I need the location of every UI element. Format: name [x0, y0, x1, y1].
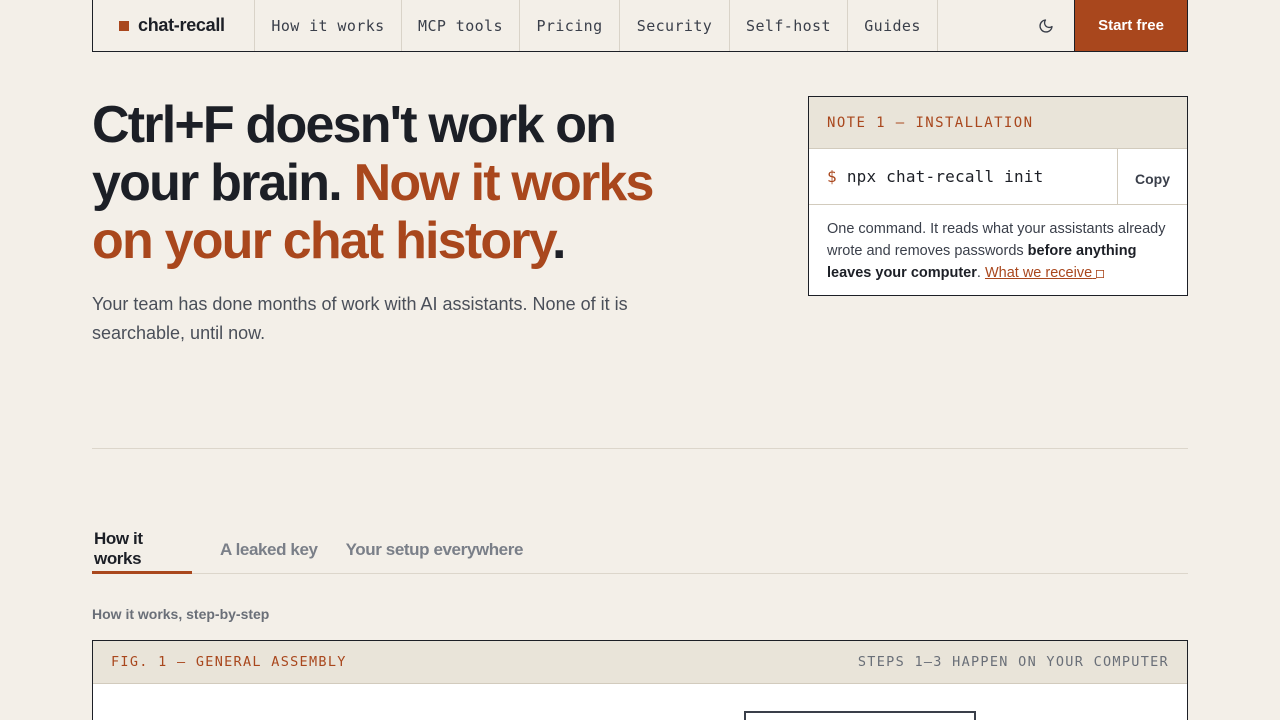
- command-value: npx chat-recall init: [846, 167, 1044, 186]
- note-heading: NOTE 1 — INSTALLATION: [809, 97, 1187, 149]
- section-label: How it works, step-by-step: [92, 606, 270, 622]
- start-free-button[interactable]: Start free: [1074, 0, 1187, 51]
- nav-link-security[interactable]: Security: [620, 0, 730, 51]
- nav-link-mcp-tools[interactable]: MCP tools: [402, 0, 520, 51]
- theme-toggle-button[interactable]: [1018, 0, 1074, 51]
- nav-link-guides[interactable]: Guides: [848, 0, 938, 51]
- tab-how-it-works[interactable]: How it works: [92, 526, 192, 574]
- section-divider: [92, 448, 1188, 449]
- brand-logo[interactable]: chat-recall: [93, 0, 255, 51]
- brand-name: chat-recall: [138, 15, 225, 35]
- note-body: One command. It reads what your assistan…: [809, 205, 1187, 297]
- prompt-symbol: $: [827, 167, 837, 186]
- figure-diagram-box: [744, 711, 976, 720]
- command-row: $ npx chat-recall init Copy: [809, 149, 1187, 205]
- what-we-receive-label: What we receive: [984, 265, 1093, 281]
- copy-button[interactable]: Copy: [1117, 149, 1187, 204]
- nav-link-self-host[interactable]: Self-host: [730, 0, 848, 51]
- hero-title: Ctrl+F doesn't work on your brain. Now i…: [92, 96, 712, 270]
- tab-leaked-key[interactable]: A leaked key: [220, 526, 318, 574]
- figure-note: STEPS 1–3 HAPPEN ON YOUR COMPUTER: [857, 654, 1169, 670]
- figure-title: FIG. 1 — GENERAL ASSEMBLY: [111, 654, 347, 670]
- hero-title-end: .: [551, 212, 566, 270]
- brand-square-icon: [119, 20, 129, 31]
- top-nav: chat-recall How it works MCP tools Prici…: [92, 0, 1188, 52]
- tab-bar: How it works A leaked key Your setup eve…: [92, 526, 1188, 574]
- nav-link-how-it-works[interactable]: How it works: [255, 0, 402, 51]
- note-body-period: .: [976, 265, 985, 281]
- nav-link-pricing[interactable]: Pricing: [520, 0, 620, 51]
- external-link-icon: [1096, 270, 1105, 278]
- moon-icon: [1039, 18, 1053, 33]
- figure-panel: FIG. 1 — GENERAL ASSEMBLY STEPS 1–3 HAPP…: [92, 640, 1188, 720]
- what-we-receive-link[interactable]: What we receive: [984, 265, 1105, 281]
- figure-header: FIG. 1 — GENERAL ASSEMBLY STEPS 1–3 HAPP…: [93, 641, 1187, 684]
- installation-note: NOTE 1 — INSTALLATION $ npx chat-recall …: [808, 96, 1188, 296]
- hero-subtitle: Your team has done months of work with A…: [92, 294, 628, 343]
- command-text[interactable]: $ npx chat-recall init: [809, 149, 1117, 204]
- tab-setup-everywhere[interactable]: Your setup everywhere: [346, 526, 524, 574]
